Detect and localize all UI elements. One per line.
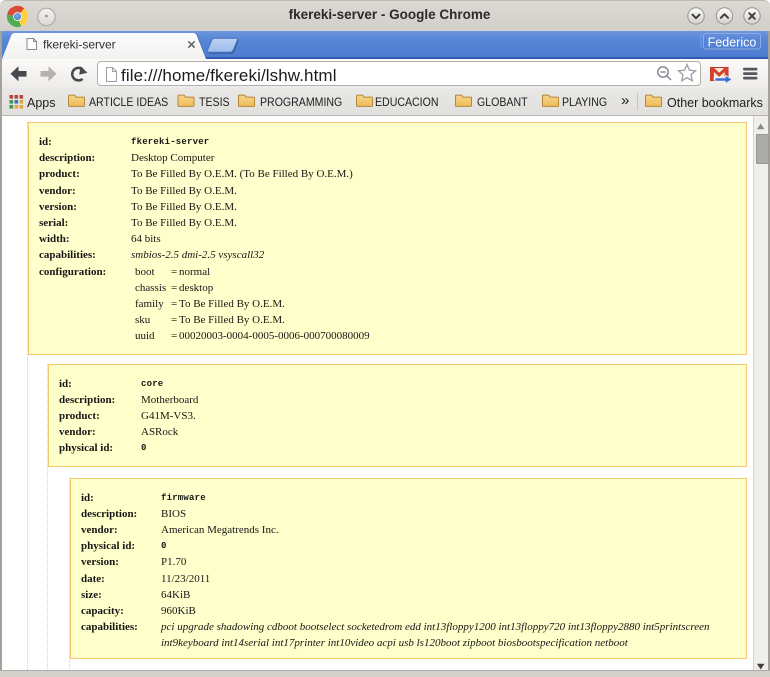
svg-text:Federico: Federico	[708, 35, 757, 49]
svg-text:fkereki-server: fkereki-server	[43, 37, 116, 51]
